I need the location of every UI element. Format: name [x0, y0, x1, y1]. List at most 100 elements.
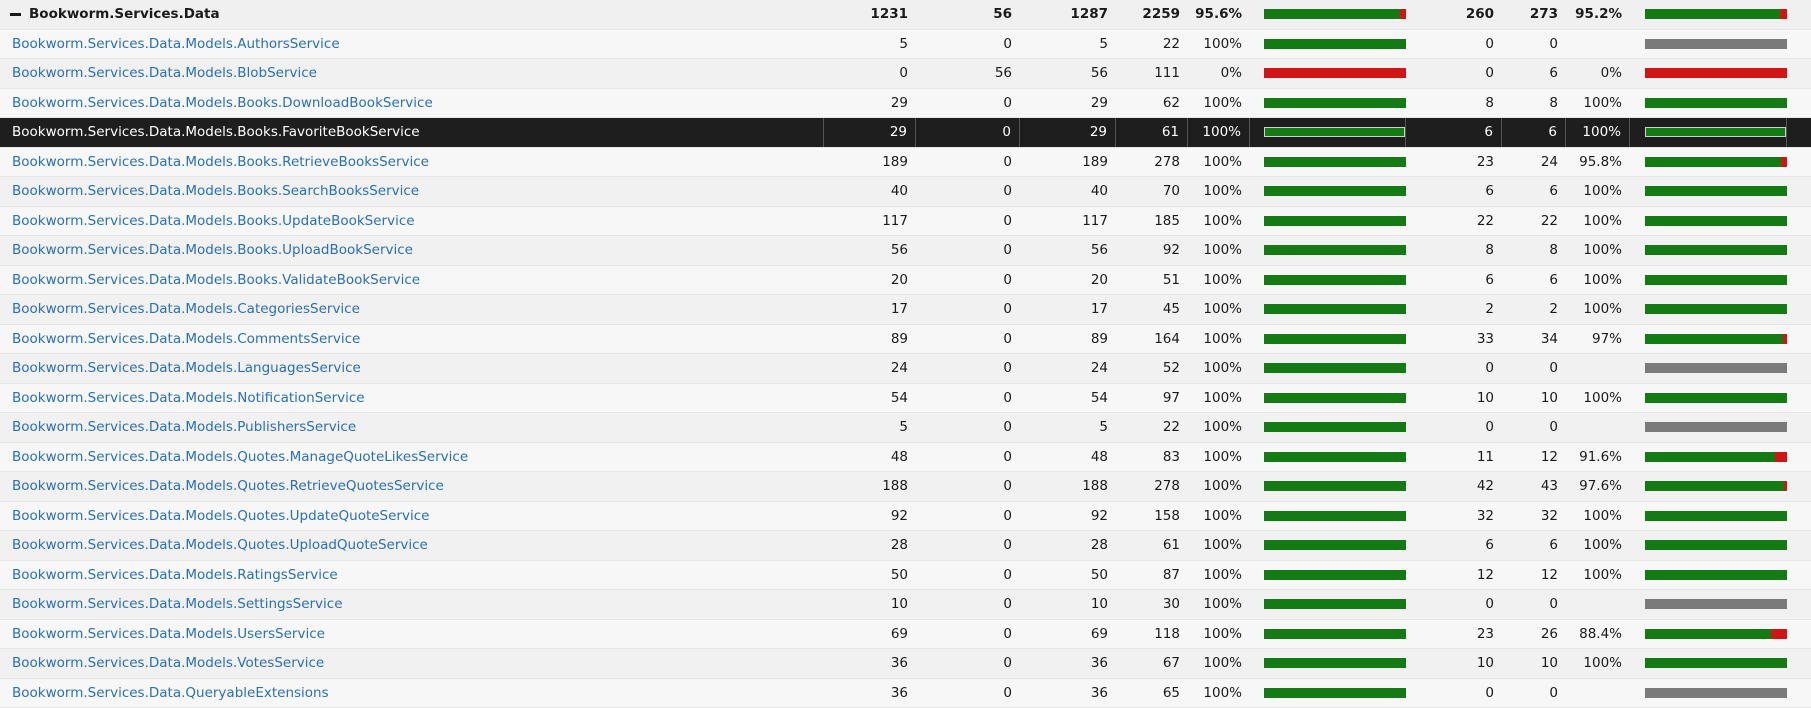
class-row[interactable]: Bookworm.Services.Data.Models.Notificati…	[0, 384, 1811, 414]
line-coverage-bar	[1264, 157, 1406, 167]
class-name-link[interactable]: Bookworm.Services.Data.Models.Books.Upda…	[4, 207, 824, 236]
class-row[interactable]: Bookworm.Services.Data.Models.Categories…	[0, 295, 1811, 325]
branch-coverage-percent: 100%	[1566, 531, 1630, 560]
covered-lines: 5	[826, 413, 916, 442]
class-row[interactable]: Bookworm.Services.Data.Models.UsersServi…	[0, 620, 1811, 650]
class-row[interactable]: Bookworm.Services.Data.Models.Books.Vali…	[0, 266, 1811, 296]
class-name-link[interactable]: Bookworm.Services.Data.Models.Notificati…	[4, 384, 824, 413]
branch-coverage-percent: 100%	[1566, 266, 1630, 295]
class-name-link[interactable]: Bookworm.Services.Data.Models.AuthorsSer…	[4, 30, 824, 59]
class-name-link[interactable]: Bookworm.Services.Data.Models.Quotes.Man…	[4, 443, 824, 472]
class-name-link[interactable]: Bookworm.Services.Data.Models.Books.Down…	[4, 89, 824, 118]
branch-coverage-percent: 100%	[1566, 502, 1630, 531]
row-name-text[interactable]: Bookworm.Services.Data.Models.Books.Sear…	[12, 183, 419, 199]
class-name-link[interactable]: Bookworm.Services.Data.Models.Books.Sear…	[4, 177, 824, 206]
class-name-link[interactable]: Bookworm.Services.Data.Models.UsersServi…	[4, 620, 824, 649]
class-row[interactable]: Bookworm.Services.Data.Models.CommentsSe…	[0, 325, 1811, 355]
row-name-text[interactable]: Bookworm.Services.Data.Models.Notificati…	[12, 390, 365, 406]
class-name-link[interactable]: Bookworm.Services.Data.Models.LanguagesS…	[4, 354, 824, 383]
row-name-text[interactable]: Bookworm.Services.Data.QueryableExtensio…	[12, 685, 329, 701]
class-name-link[interactable]: Bookworm.Services.Data.Models.BlobServic…	[4, 59, 824, 88]
class-row[interactable]: Bookworm.Services.Data.Models.Quotes.Ret…	[0, 472, 1811, 502]
class-name-link[interactable]: Bookworm.Services.Data.Models.Quotes.Upd…	[4, 502, 824, 531]
class-name-link[interactable]: Bookworm.Services.Data.QueryableExtensio…	[4, 679, 824, 708]
row-name-text[interactable]: Bookworm.Services.Data.Models.SettingsSe…	[12, 596, 343, 612]
branch-coverage-percent: 100%	[1566, 384, 1630, 413]
class-name-link[interactable]: Bookworm.Services.Data.Models.CommentsSe…	[4, 325, 824, 354]
line-coverage-bar	[1264, 275, 1406, 285]
row-name-text[interactable]: Bookworm.Services.Data.Models.Quotes.Man…	[12, 449, 468, 465]
assembly-row[interactable]: Bookworm.Services.Data1231561287225995.6…	[0, 0, 1811, 30]
branch-coverage-bar-fill	[1645, 275, 1787, 285]
row-name-text[interactable]: Bookworm.Services.Data.Models.RatingsSer…	[12, 567, 338, 583]
line-coverage-bar	[1264, 688, 1406, 698]
class-name-link[interactable]: Bookworm.Services.Data.Models.Books.Retr…	[4, 148, 824, 177]
class-row[interactable]: Bookworm.Services.Data.Models.Books.Upda…	[0, 207, 1811, 237]
class-row[interactable]: Bookworm.Services.Data.Models.RatingsSer…	[0, 561, 1811, 591]
row-name-text[interactable]: Bookworm.Services.Data.Models.Books.Vali…	[12, 272, 420, 288]
row-name-text[interactable]: Bookworm.Services.Data.Models.Books.Down…	[12, 95, 433, 111]
row-name-text[interactable]: Bookworm.Services.Data.Models.Publishers…	[12, 419, 356, 435]
class-name-link[interactable]: Bookworm.Services.Data.Models.Publishers…	[4, 413, 824, 442]
uncovered-lines: 56	[916, 59, 1020, 88]
row-name-text[interactable]: Bookworm.Services.Data.Models.LanguagesS…	[12, 360, 361, 376]
row-name-text[interactable]: Bookworm.Services.Data.Models.AuthorsSer…	[12, 36, 340, 52]
class-row[interactable]: Bookworm.Services.Data.Models.Books.Favo…	[0, 118, 1811, 148]
covered-lines: 10	[826, 590, 916, 619]
class-row[interactable]: Bookworm.Services.Data.Models.SettingsSe…	[0, 590, 1811, 620]
class-name-link[interactable]: Bookworm.Services.Data.Models.Quotes.Upl…	[4, 531, 824, 560]
row-name-text[interactable]: Bookworm.Services.Data.Models.UsersServi…	[12, 626, 325, 642]
branch-coverage-percent: 100%	[1566, 561, 1630, 590]
collapse-icon[interactable]	[10, 13, 21, 16]
class-row[interactable]: Bookworm.Services.Data.Models.Books.Down…	[0, 89, 1811, 119]
row-name-text[interactable]: Bookworm.Services.Data.Models.BlobServic…	[12, 65, 317, 81]
class-row[interactable]: Bookworm.Services.Data.Models.BlobServic…	[0, 59, 1811, 89]
class-name-link[interactable]: Bookworm.Services.Data.Models.Books.Uplo…	[4, 236, 824, 265]
covered-lines: 20	[826, 266, 916, 295]
class-row[interactable]: Bookworm.Services.Data.Models.LanguagesS…	[0, 354, 1811, 384]
uncovered-lines: 0	[916, 266, 1020, 295]
branch-coverage-percent: 100%	[1566, 236, 1630, 265]
total-branches: 2	[1502, 295, 1566, 324]
row-name-text[interactable]: Bookworm.Services.Data.Models.Quotes.Upl…	[12, 537, 428, 553]
class-name-link[interactable]: Bookworm.Services.Data.Models.Books.Favo…	[4, 118, 824, 147]
row-name-text[interactable]: Bookworm.Services.Data.Models.Books.Upda…	[12, 213, 415, 229]
class-name-link[interactable]: Bookworm.Services.Data.Models.Quotes.Ret…	[4, 472, 824, 501]
class-row[interactable]: Bookworm.Services.Data.Models.Quotes.Man…	[0, 443, 1811, 473]
branch-coverage-bar-cell	[1645, 384, 1787, 413]
class-name-link[interactable]: Bookworm.Services.Data.Models.Categories…	[4, 295, 824, 324]
branch-coverage-bar-cell	[1645, 177, 1787, 206]
row-name-text[interactable]: Bookworm.Services.Data.Models.VotesServi…	[12, 655, 324, 671]
class-row[interactable]: Bookworm.Services.Data.Models.Quotes.Upd…	[0, 502, 1811, 532]
class-name-link[interactable]: Bookworm.Services.Data.Models.RatingsSer…	[4, 561, 824, 590]
row-name-text[interactable]: Bookworm.Services.Data.Models.Quotes.Ret…	[12, 478, 444, 494]
covered-lines: 188	[826, 472, 916, 501]
branch-coverage-bar	[1645, 216, 1787, 226]
coverable-lines: 56	[1020, 236, 1116, 265]
class-name-link[interactable]: Bookworm.Services.Data.Models.VotesServi…	[4, 649, 824, 678]
class-row[interactable]: Bookworm.Services.Data.Models.Books.Retr…	[0, 148, 1811, 178]
row-name-text[interactable]: Bookworm.Services.Data.Models.Quotes.Upd…	[12, 508, 429, 524]
row-name-text[interactable]: Bookworm.Services.Data.Models.CommentsSe…	[12, 331, 360, 347]
total-lines: 45	[1116, 295, 1188, 324]
covered-lines: 5	[826, 30, 916, 59]
branch-coverage-percent: 97%	[1566, 325, 1630, 354]
class-row[interactable]: Bookworm.Services.Data.Models.Quotes.Upl…	[0, 531, 1811, 561]
class-row[interactable]: Bookworm.Services.Data.Models.VotesServi…	[0, 649, 1811, 679]
class-name-link[interactable]: Bookworm.Services.Data.Models.SettingsSe…	[4, 590, 824, 619]
class-row[interactable]: Bookworm.Services.Data.Models.Books.Sear…	[0, 177, 1811, 207]
branch-coverage-percent	[1566, 679, 1630, 708]
covered-branches: 0	[1418, 590, 1502, 619]
row-name-text[interactable]: Bookworm.Services.Data.Models.Books.Favo…	[12, 124, 420, 140]
covered-lines: 50	[826, 561, 916, 590]
class-row[interactable]: Bookworm.Services.Data.Models.Publishers…	[0, 413, 1811, 443]
class-name-link[interactable]: Bookworm.Services.Data.Models.Books.Vali…	[4, 266, 824, 295]
row-name-text[interactable]: Bookworm.Services.Data.Models.Books.Retr…	[12, 154, 429, 170]
branch-coverage-bar-cell	[1645, 354, 1787, 383]
class-row[interactable]: Bookworm.Services.Data.Models.Books.Uplo…	[0, 236, 1811, 266]
class-row[interactable]: Bookworm.Services.Data.Models.AuthorsSer…	[0, 30, 1811, 60]
total-lines: 52	[1116, 354, 1188, 383]
row-name-text[interactable]: Bookworm.Services.Data.Models.Books.Uplo…	[12, 242, 413, 258]
row-name-text[interactable]: Bookworm.Services.Data.Models.Categories…	[12, 301, 360, 317]
covered-branches: 6	[1418, 531, 1502, 560]
